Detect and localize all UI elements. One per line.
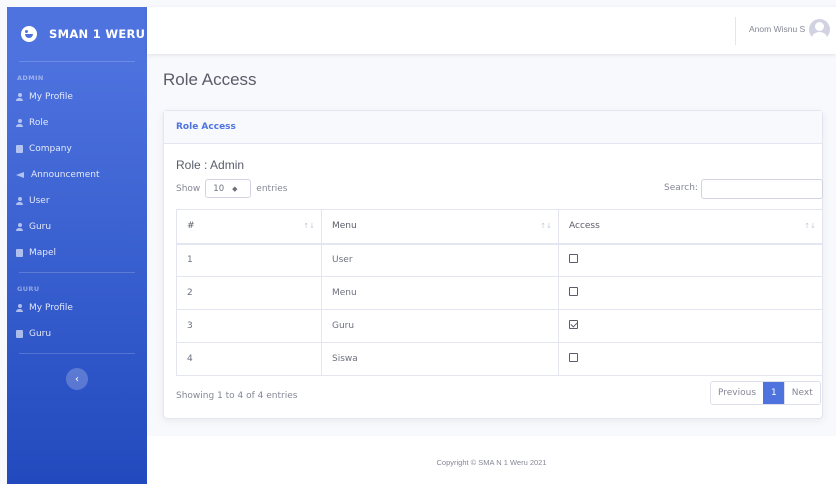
access-checkbox[interactable] [569, 320, 578, 329]
column-header-access[interactable]: Access ↑↓ [558, 209, 823, 245]
user-icon [16, 223, 23, 231]
page-length-value: 10 [213, 183, 225, 194]
previous-page-button[interactable]: Previous [711, 382, 764, 404]
table-info: Showing 1 to 4 of 4 entries [176, 391, 298, 401]
sidebar-item-label: Announcement [31, 170, 100, 180]
user-icon [16, 197, 23, 205]
sidebar-item-guru[interactable]: Guru [7, 214, 147, 240]
user-name[interactable]: Anom Wisnu S [749, 24, 805, 34]
copyright-text: Copyright © SMA N 1 Weru 2021 [436, 458, 547, 467]
column-header-menu[interactable]: Menu ↑↓ [321, 209, 559, 245]
header-label: Access [569, 221, 600, 232]
table-icon [16, 249, 23, 257]
row-access [558, 309, 823, 343]
row-menu: Menu [321, 276, 559, 310]
column-header-number[interactable]: # ↑↓ [176, 209, 322, 245]
sidebar-item-guru-my-profile[interactable]: My Profile [7, 295, 147, 321]
megaphone-icon [16, 171, 25, 179]
sidebar-item-role[interactable]: Role [7, 110, 147, 136]
sidebar-item-user[interactable]: User [7, 188, 147, 214]
sidebar-item-label: Role [29, 118, 49, 128]
sidebar-item-label: My Profile [29, 303, 73, 313]
row-menu: Guru [321, 309, 559, 343]
row-access [558, 243, 823, 277]
row-number: 2 [176, 276, 322, 310]
row-access [558, 342, 823, 376]
sidebar-item-mapel[interactable]: Mapel [7, 240, 147, 266]
search-label: Search: [664, 183, 698, 193]
sort-icon: ↑↓ [804, 222, 816, 230]
access-checkbox[interactable] [569, 287, 578, 296]
sort-icon: ↑↓ [540, 222, 552, 230]
sidebar-heading-guru: GURU [17, 285, 40, 293]
sidebar-item-label: My Profile [29, 92, 73, 102]
table-row: 3 Guru [176, 309, 823, 343]
row-number: 4 [176, 342, 322, 376]
sidebar-item-label: Guru [29, 222, 52, 232]
table-icon [16, 330, 23, 338]
topbar-divider [735, 17, 736, 45]
role-access-card: Role Access Role : Admin Show 10 ◆ entri… [163, 110, 823, 419]
table-row: 1 User [176, 243, 823, 277]
sidebar-brand[interactable]: SMAN 1 WERU [7, 7, 147, 61]
access-checkbox[interactable] [569, 353, 578, 362]
sidebar-toggle-wrap: ‹ [7, 354, 147, 390]
row-number: 3 [176, 309, 322, 343]
header-label: # [187, 221, 195, 232]
row-menu: Siswa [321, 342, 559, 376]
role-label: Role : Admin [176, 158, 245, 172]
row-number: 1 [176, 243, 322, 277]
avatar[interactable] [809, 19, 830, 40]
sidebar-item-my-profile[interactable]: My Profile [7, 84, 147, 110]
page-title: Role Access [163, 70, 257, 89]
table-row: 4 Siswa [176, 342, 823, 376]
sidebar-item-label: Mapel [29, 248, 57, 258]
topbar: Anom Wisnu S [147, 7, 836, 54]
sidebar-item-label: User [29, 196, 50, 206]
sidebar-toggle-button[interactable]: ‹ [66, 368, 88, 390]
footer: Copyright © SMA N 1 Weru 2021 [147, 436, 836, 484]
header-label: Menu [332, 221, 357, 232]
table-row: 2 Menu [176, 276, 823, 310]
sort-updown-icon: ◆ [232, 184, 238, 193]
show-label: Show [176, 183, 201, 194]
pagination: Previous 1 Next [710, 381, 821, 405]
page-length-control: Show 10 ◆ entries [176, 179, 288, 198]
page-1-button[interactable]: 1 [763, 382, 784, 404]
access-checkbox[interactable] [569, 254, 578, 264]
sort-icon: ↑↓ [303, 222, 315, 230]
sidebar-item-guru-guru[interactable]: Guru [7, 321, 147, 347]
sidebar: SMAN 1 WERU ADMIN My Profile Role Compan… [7, 7, 147, 484]
sidebar-item-announcement[interactable]: Announcement [7, 162, 147, 188]
role-access-table: # ↑↓ Menu ↑↓ Access ↑↓ 1 User 2 Menu 3 G… [176, 209, 823, 376]
row-menu: User [321, 243, 559, 277]
user-icon [16, 93, 23, 101]
page-length-select[interactable]: 10 ◆ [205, 179, 252, 198]
smile-logo-icon [21, 26, 37, 42]
sidebar-item-label: Company [29, 144, 72, 154]
user-icon [16, 304, 23, 312]
sidebar-item-label: Guru [29, 329, 52, 339]
next-page-button[interactable]: Next [783, 382, 820, 404]
row-access [558, 276, 823, 310]
card-title: Role Access [164, 111, 822, 144]
sidebar-item-company[interactable]: Company [7, 136, 147, 162]
sidebar-heading-admin: ADMIN [17, 74, 44, 82]
building-icon [16, 145, 23, 153]
user-icon [16, 119, 23, 127]
brand-name: SMAN 1 WERU [49, 27, 146, 41]
search-input[interactable] [701, 179, 823, 199]
entries-label: entries [256, 183, 288, 194]
